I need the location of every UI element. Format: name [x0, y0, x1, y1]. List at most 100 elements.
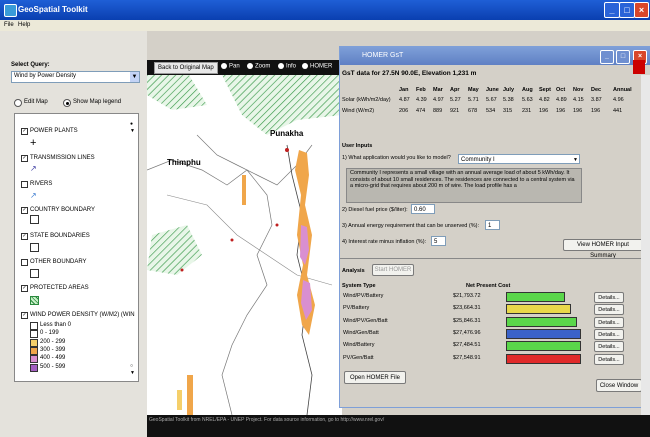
layer-checkbox-4[interactable]: ✓: [21, 207, 28, 214]
gst-cell: 5.71: [468, 97, 479, 103]
q2-label: 2) Diesel fuel price ($/liter):: [342, 207, 408, 213]
query-select[interactable]: Wind by Power Density ▼: [11, 71, 140, 83]
power-plant-marker[interactable]: [230, 238, 234, 242]
wind-zone-200: [177, 390, 182, 410]
legend-up-icon-2[interactable]: ○: [130, 363, 133, 369]
zoom-radio-icon: [247, 63, 253, 69]
pan-radio-icon: [221, 63, 227, 69]
gst-cell: 4.15: [573, 97, 584, 103]
chevron-down-icon[interactable]: ▼: [130, 72, 139, 82]
map-label-thimphu: Thimphu: [167, 158, 201, 167]
gst-cell: 4.89: [556, 97, 567, 103]
result-system-type: PV/Battery: [343, 305, 370, 312]
application-chevron-down-icon[interactable]: ▼: [573, 155, 578, 165]
result-system-type: PV/Gen/Batt: [343, 354, 374, 361]
layer-checkbox-2[interactable]: ✓: [21, 155, 28, 162]
map-graphic: [147, 75, 342, 415]
month-header: May: [468, 87, 479, 93]
gst-data-header: GsT data for 27.5N 90.0E, Elevation 1,23…: [342, 70, 477, 77]
gst-cell: 4.96: [613, 97, 624, 103]
protected-area-region: [147, 225, 202, 275]
window-title: GeoSpatial Toolkit: [18, 5, 88, 14]
q4-label: 4) Interest rate minus inflation (%):: [342, 239, 427, 245]
layer-checkbox-8[interactable]: ✓: [21, 312, 28, 319]
layer-label: POWER PLANTS: [30, 128, 78, 134]
close-window-button[interactable]: Close Window: [596, 379, 642, 392]
transmission-line-symbol-icon: ↗: [30, 164, 37, 173]
legend-down-icon-2[interactable]: ▼: [130, 370, 135, 376]
homer-minimize-button[interactable]: _: [600, 50, 614, 64]
application-value: Community I: [461, 157, 495, 163]
diesel-price-input[interactable]: 0.60: [411, 204, 435, 214]
minimize-button[interactable]: _: [604, 2, 620, 18]
protected-area-symbol-icon: [30, 296, 39, 305]
info-label: Info: [286, 63, 297, 70]
layer-checkbox-6[interactable]: [21, 259, 28, 266]
show-legend-label: Show Map legend: [73, 99, 122, 105]
layer-label: PROTECTED AREAS: [30, 285, 89, 291]
layer-label: OTHER BOUNDARY: [30, 259, 87, 265]
zoom-tool[interactable]: Zoom: [247, 63, 270, 70]
pan-tool[interactable]: Pan: [221, 63, 240, 70]
layer-checkbox-3[interactable]: [21, 181, 28, 188]
month-header: Apr: [450, 87, 460, 93]
unserved-energy-input[interactable]: 1: [485, 220, 500, 230]
info-tool[interactable]: Info: [278, 63, 296, 70]
maximize-button[interactable]: □: [619, 2, 635, 18]
wind-class-swatch: [30, 338, 38, 347]
menu-help[interactable]: Help: [18, 22, 30, 28]
show-legend-radio[interactable]: [63, 99, 71, 107]
gst-cell: 921: [450, 108, 460, 114]
back-to-original-map-button[interactable]: Back to Original Map: [154, 62, 218, 74]
power-plant-marker[interactable]: [180, 268, 184, 272]
layer-checkbox-5[interactable]: ✓: [21, 233, 28, 240]
layer-label: STATE BOUNDARIES: [30, 233, 90, 239]
homer-radio-icon: [302, 63, 308, 69]
power-plant-symbol-icon: +: [30, 137, 37, 149]
result-cost: $25,846.31: [453, 317, 481, 324]
edit-map-radio[interactable]: [14, 99, 22, 107]
red-marker: [633, 60, 645, 74]
gst-cell: 4.82: [539, 97, 550, 103]
user-inputs-title: User Inputs: [342, 143, 373, 149]
map-canvas[interactable]: Punakha Thimphu: [147, 75, 342, 415]
legend-up-icon[interactable]: ●: [130, 121, 133, 127]
details-button[interactable]: Details...: [594, 304, 624, 316]
application-select[interactable]: Community I ▼: [458, 154, 580, 164]
view-homer-input-summary-button[interactable]: View HOMER Input Summary: [563, 239, 643, 259]
homer-maximize-button[interactable]: □: [616, 50, 630, 64]
month-header: Aug: [522, 87, 533, 93]
result-cost: $27,476.96: [453, 329, 481, 336]
gst-cell: 196: [556, 108, 566, 114]
gst-row-label: Wind (W/m2): [342, 108, 375, 114]
layer-label: TRANSMISSION LINES: [30, 155, 95, 161]
wind-class-label: 500 - 599: [40, 363, 66, 370]
layer-checkbox-1[interactable]: ✓: [21, 128, 28, 135]
start-homer-button[interactable]: Start HOMER: [372, 264, 414, 276]
details-button[interactable]: Details...: [594, 328, 624, 340]
legend-down-icon[interactable]: ▼: [130, 128, 135, 134]
result-cost: $23,664.31: [453, 305, 481, 312]
details-button[interactable]: Details...: [594, 292, 624, 303]
edit-map-label: Edit Map: [24, 99, 48, 105]
homer-tool[interactable]: HOMER: [302, 63, 332, 70]
layer-checkbox-7[interactable]: ✓: [21, 285, 28, 292]
wind-zone-300: [242, 175, 246, 205]
zoom-label: Zoom: [255, 63, 271, 70]
gst-cell: 196: [539, 108, 549, 114]
menu-file[interactable]: File: [4, 22, 14, 28]
power-plant-marker[interactable]: [285, 148, 289, 152]
homer-window-title: HOMER GsT: [362, 52, 404, 59]
details-button[interactable]: Details...: [594, 316, 624, 328]
gst-cell: 534: [486, 108, 496, 114]
details-button[interactable]: Details...: [594, 341, 624, 353]
state-boundary-line: [147, 159, 273, 415]
close-button[interactable]: ×: [634, 2, 649, 18]
details-button[interactable]: Details...: [594, 353, 624, 365]
open-homer-file-button[interactable]: Open HOMER File: [344, 371, 406, 384]
power-plant-marker[interactable]: [275, 223, 279, 227]
layer-label: RIVERS: [30, 181, 53, 187]
wind-zone-300: [187, 375, 193, 415]
map-scrollbar[interactable]: [641, 75, 650, 415]
interest-rate-input[interactable]: 5: [431, 236, 446, 246]
